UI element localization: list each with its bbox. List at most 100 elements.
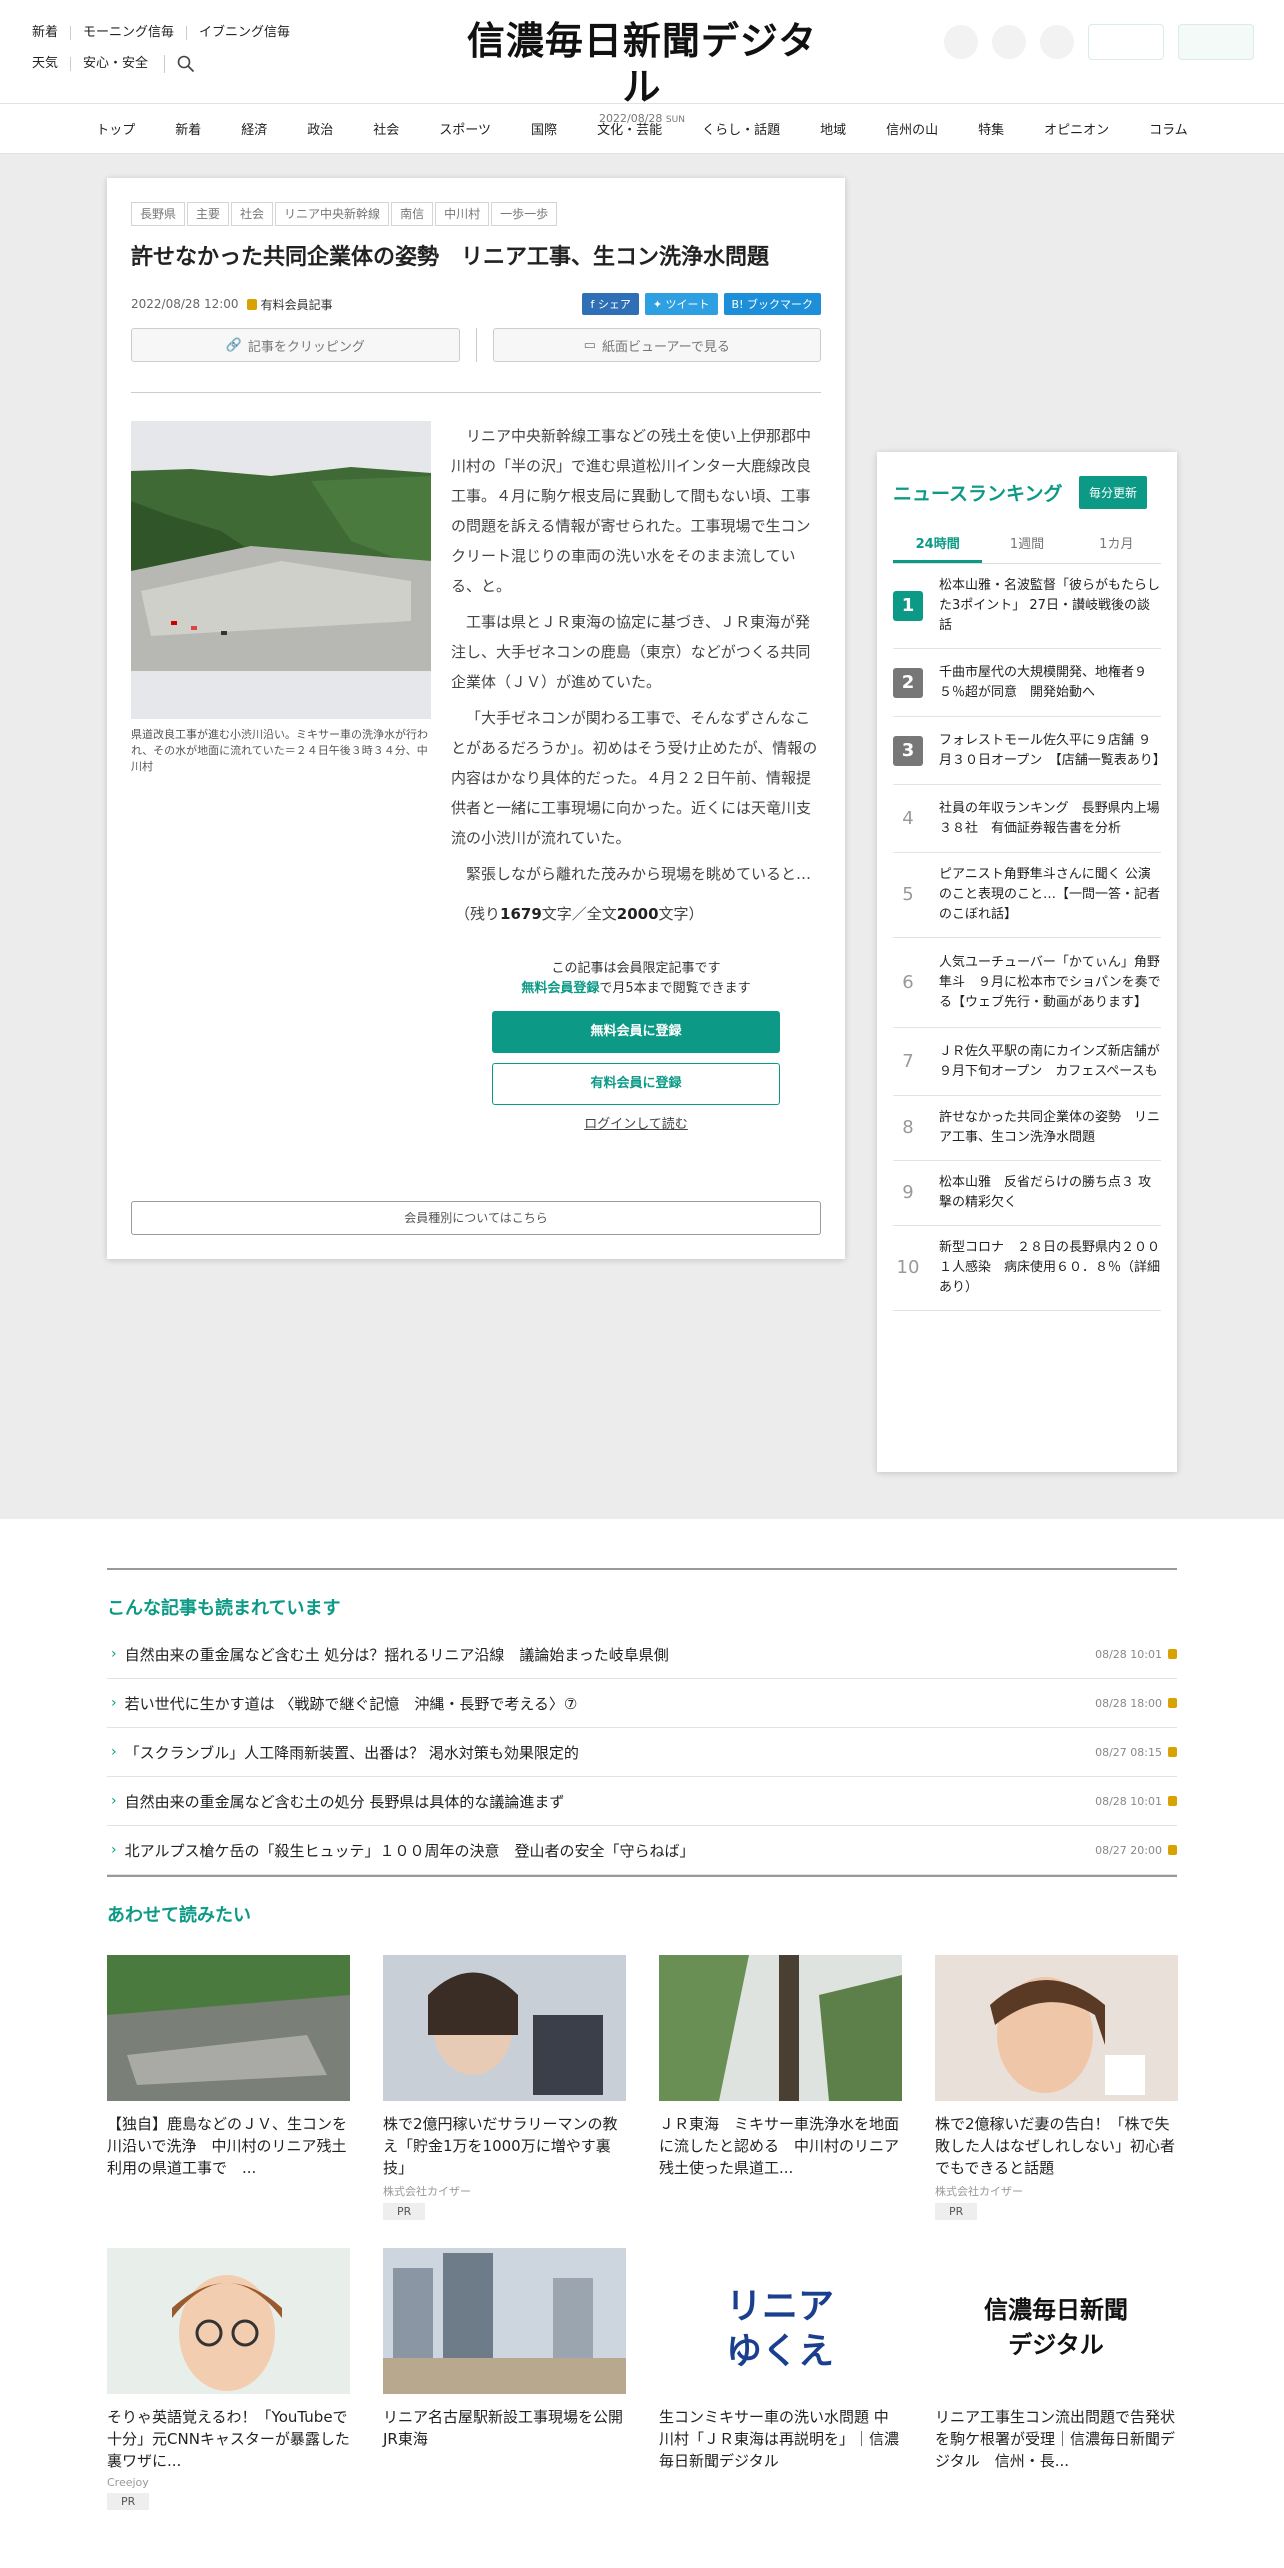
related-date: 08/28 10:01	[1095, 1794, 1162, 1808]
tab-1month[interactable]: 1カ月	[1072, 533, 1161, 563]
card-source: 株式会社カイザー	[935, 2185, 1023, 2198]
viewer-icon[interactable]	[1040, 25, 1074, 59]
related-list: › 自然由来の重金属など含む土 処分は？揺れるリニア沿線 議論始まった岐阜県側 08…	[107, 1630, 1177, 1875]
related-item[interactable]: › 若い世代に生かす道は 〈戦跡で継ぐ記憶 沖縄・長野で考える〉⑦ 08/28 18…	[107, 1679, 1177, 1728]
card-source: Creejoy	[107, 2476, 149, 2489]
lock-icon	[1168, 1796, 1177, 1806]
related-date: 08/27 20:00	[1095, 1843, 1162, 1857]
photo-column: 県道改良工事が進む小渋川沿い。ミキサー車の洗浄水が行われ、その水が地面に流れてい…	[131, 421, 431, 1135]
card-image[interactable]	[107, 2248, 350, 2394]
ranking-item[interactable]: 7 ＪＲ佐久平駅の南にカインズ新店舗が９月下旬オープン カフェスペースも	[893, 1028, 1161, 1096]
recommend-card[interactable]: 株で2億円稼いだサラリーマンの教え「貯金1万を1000万に増やす裏技」 株式会社カ…	[383, 1955, 626, 2220]
login-button[interactable]	[1088, 24, 1164, 60]
ranking-item[interactable]: 3 フォレストモール佐久平に９店舗 ９月３０日オープン 【店舗一覧表あり】	[893, 717, 1166, 785]
card-image[interactable]: 信濃毎日新聞 デジタル	[935, 2248, 1178, 2394]
facebook-share-button[interactable]: f シェア	[582, 293, 639, 315]
clip-icon[interactable]	[992, 25, 1026, 59]
tag[interactable]: 一歩一歩	[491, 202, 558, 226]
recommend-card[interactable]: 株で2億稼いだ妻の告白！「株で失敗した人はなぜしれしない」初心者でもできると話題…	[935, 1955, 1178, 2220]
rank-title: ＪＲ佐久平駅の南にカインズ新店舗が９月下旬オープン カフェスペースも	[939, 1043, 1160, 1079]
tag[interactable]: リニア中央新幹線	[275, 202, 390, 226]
tag[interactable]: 社会	[231, 202, 274, 226]
related-title: 「スクランブル」人工降雨新装置、出番は？ 渇水対策も効果限定的	[124, 1743, 579, 1762]
action-divider	[475, 328, 477, 362]
tag[interactable]: 南信	[391, 202, 434, 226]
members-label: 有料会員記事	[260, 297, 333, 312]
tag[interactable]: 長野県	[131, 202, 186, 226]
header-actions	[944, 24, 1254, 60]
recommend-card[interactable]: ＪＲ東海 ミキサー車洗浄水を地面に流したと認める 中川村のリニア残土使った県道工…	[659, 1955, 902, 2220]
register-button[interactable]	[1178, 24, 1254, 60]
card-image[interactable]	[383, 1955, 626, 2101]
svg-text:デジタル: デジタル	[1008, 2330, 1104, 2359]
nav-society[interactable]: 社会	[353, 119, 419, 138]
main-area: 長野県 主要 社会 リニア中央新幹線 南信 中川村 一歩一歩 許せなかった共同企…	[0, 154, 1284, 1519]
account-icon[interactable]	[944, 25, 978, 59]
viewer-button[interactable]: ▭ 紙面ビューアーで見る	[492, 328, 821, 362]
link-new[interactable]: 新着	[32, 26, 70, 40]
tag[interactable]: 主要	[187, 202, 230, 226]
login-link[interactable]: ログインして読む	[451, 1115, 821, 1135]
article-actions: 🔗 記事をクリッピング ▭ 紙面ビューアーで見る	[131, 328, 821, 362]
bookmark-button[interactable]: B! ブックマーク	[723, 293, 821, 315]
site-logo[interactable]: 信濃毎日新聞デジタル 2022/08/28 SUN	[462, 18, 822, 125]
card-image[interactable]	[107, 1955, 350, 2101]
photo-caption: 県道改良工事が進む小渋川沿い。ミキサー車の洗浄水が行われ、その水が地面に流れてい…	[131, 728, 428, 773]
related-item[interactable]: › 自然由来の重金属など含む土の処分 長野県は具体的な議論進まず 08/28 10:…	[107, 1777, 1177, 1826]
ranking-list: 1 松本山雅・名波監督「彼らがもたらした3ポイント」 27日・讃岐戦後の談話 2 千曲…	[893, 564, 1166, 1311]
tag[interactable]: 中川村	[435, 202, 490, 226]
ranking-item[interactable]: 6 人気ユーチューバー「かてぃん」角野隼斗 ９月に松本市でショパンを奏でる【ウェブ…	[893, 938, 1161, 1028]
paid-register-button[interactable]: 有料会員に登録	[492, 1063, 780, 1105]
link-morning[interactable]: モーニング信毎	[70, 26, 186, 40]
free-register-link[interactable]: 無料会員登録	[521, 981, 599, 996]
ranking-item[interactable]: 2 千曲市屋代の大規模開発、地権者９５％超が同意 開発始動へ	[893, 649, 1161, 717]
clip-button[interactable]: 🔗 記事をクリッピング	[131, 328, 460, 362]
card-title: そりゃ英語覚えるわ！「YouTubeで十分」元CNNキャスターが暴露した裏ワザに…	[107, 2408, 350, 2470]
nav-column[interactable]: コラム	[1129, 119, 1208, 138]
recommend-card[interactable]: リニア ゆくえ 生コンミキサー車の洗い水問題 中川村「ＪＲ東海は再説明を」｜信濃毎日…	[659, 2248, 902, 2510]
card-image[interactable]: リニア ゆくえ	[659, 2248, 902, 2394]
search-icon[interactable]	[164, 55, 195, 73]
ranking-item[interactable]: 4 社員の年収ランキング 長野県内上場３８社 有価証券報告書を分析	[893, 785, 1161, 853]
rank-number: 6	[902, 971, 914, 993]
card-image[interactable]	[383, 2248, 626, 2394]
card-title: リニア工事生コン流出問題で告発状を駒ケ根署が受理｜信濃毎日新聞デジタル 信州・長…	[935, 2408, 1176, 2470]
article-photo[interactable]	[131, 421, 431, 719]
related-item[interactable]: › 自然由来の重金属など含む土 処分は？揺れるリニア沿線 議論始まった岐阜県側 08…	[107, 1630, 1177, 1679]
link-evening[interactable]: イブニング信毎	[186, 26, 302, 40]
pr-badge: PR	[107, 2493, 150, 2510]
ranking-item[interactable]: 9 松本山雅 反省だらけの勝ち点３ 攻撃の精彩欠く	[893, 1161, 1161, 1226]
nav-new[interactable]: 新着	[155, 119, 221, 138]
ranking-item[interactable]: 8 許せなかった共同企業体の姿勢 リニア工事、生コン洗浄水問題	[893, 1096, 1161, 1161]
tweet-button[interactable]: ✦ ツイート	[644, 293, 718, 315]
related-item[interactable]: › 北アルプス槍ケ岳の「殺生ヒュッテ」１００周年の決意 登山者の安全「守らねば」 0…	[107, 1826, 1177, 1875]
card-image[interactable]	[659, 1955, 902, 2101]
nav-opinion[interactable]: オピニオン	[1024, 119, 1129, 138]
card-image[interactable]	[935, 1955, 1178, 2101]
nav-mountain[interactable]: 信州の山	[866, 119, 958, 138]
chevron-right-icon: ›	[111, 1695, 117, 1711]
recommend-card[interactable]: 信濃毎日新聞 デジタルリニア工事生コン流出問題で告発状を駒ケ根署が受理｜信濃毎日新…	[935, 2248, 1178, 2510]
link-weather[interactable]: 天気	[32, 57, 70, 71]
nav-top[interactable]: トップ	[76, 119, 155, 138]
ranking-item[interactable]: 10 新型コロナ ２８日の長野県内２００１人感染 病床使用６０．８％（詳細あり）	[893, 1226, 1161, 1311]
recommend-card[interactable]: リニア名古屋駅新設工事現場を公開 JR東海	[383, 2248, 638, 2510]
ranking-item[interactable]: 5 ピアニスト角野隼斗さんに聞く 公演のこと表現のこと…【一問一答・記者のこぼれ話…	[893, 853, 1161, 938]
related-item[interactable]: › 「スクランブル」人工降雨新装置、出番は？ 渇水対策も効果限定的 08/27 08…	[107, 1728, 1177, 1777]
member-types-button[interactable]: 会員種別についてはこちら	[131, 1201, 821, 1235]
tab-1week[interactable]: 1週間	[982, 533, 1071, 563]
divider	[131, 392, 821, 393]
free-register-button[interactable]: 無料会員に登録	[492, 1011, 780, 1053]
tab-24h[interactable]: 24時間	[893, 533, 983, 563]
nav-economy[interactable]: 経済	[221, 119, 287, 138]
recommend-card[interactable]: 【独自】鹿島などのＪＶ、生コンを川沿いで洗浄 中川村のリニア残土利用の県道工事で…	[107, 1955, 350, 2220]
svg-text:リニア: リニア	[726, 2286, 834, 2327]
remaining-chars: （残り1679文字／全文2000文字）	[455, 905, 704, 923]
paywall-notice: この記事は会員限定記事です	[551, 961, 721, 976]
news-ranking: ニュースランキング 毎分更新 24時間 1週間 1カ月 1 松本山雅・名波監督「彼…	[877, 452, 1177, 1472]
ranking-item[interactable]: 1 松本山雅・名波監督「彼らがもたらした3ポイント」 27日・讃岐戦後の談話	[893, 564, 1161, 649]
nav-feature[interactable]: 特集	[958, 119, 1024, 138]
link-safety[interactable]: 安心・安全	[70, 57, 160, 71]
recommend-card[interactable]: そりゃ英語覚えるわ！「YouTubeで十分」元CNNキャスターが暴露した裏ワザに…	[107, 2248, 350, 2510]
nav-politics[interactable]: 政治	[287, 119, 353, 138]
